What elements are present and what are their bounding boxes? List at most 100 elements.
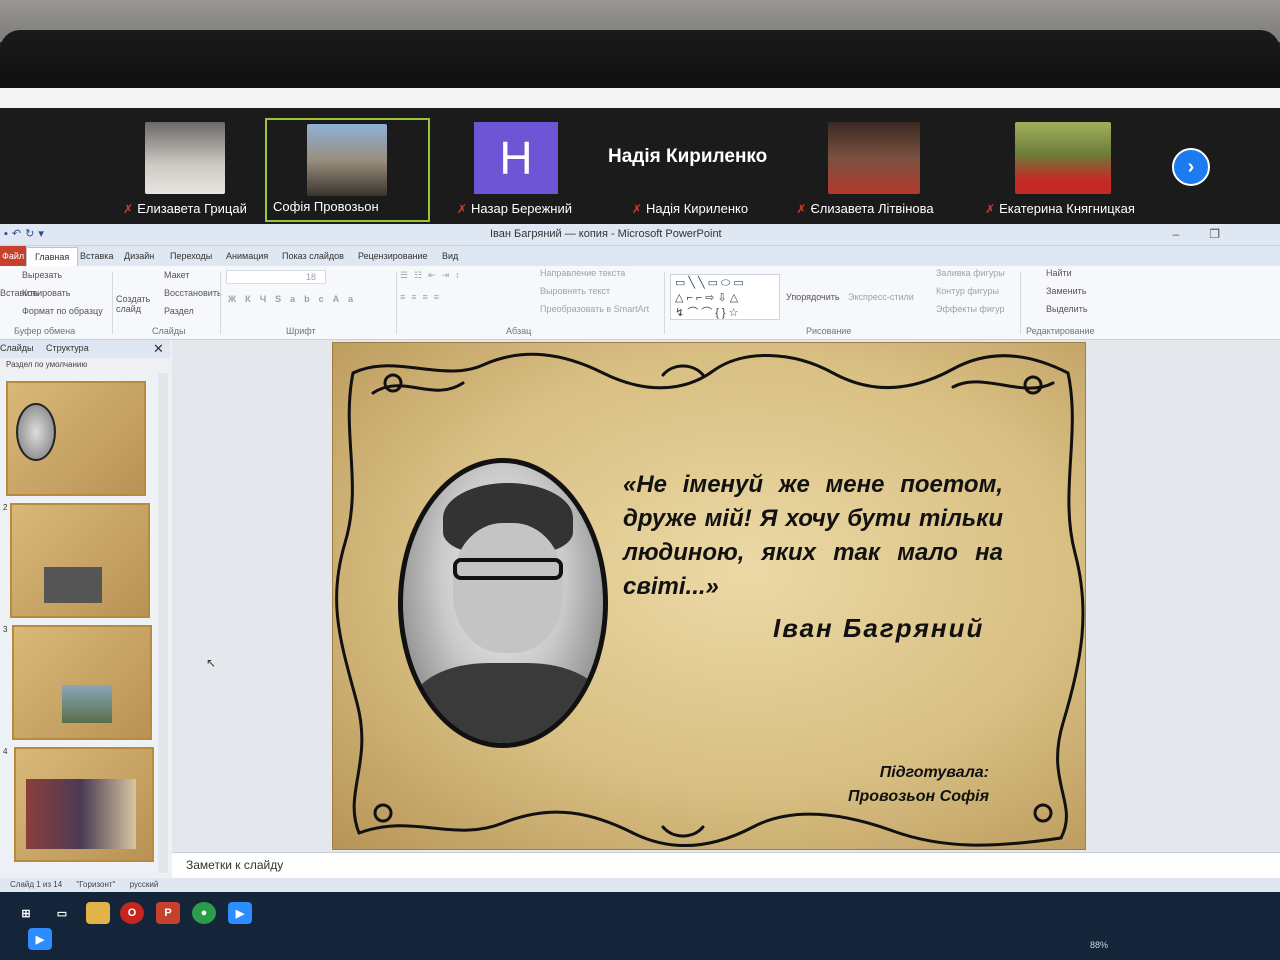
powerpoint-icon[interactable]: P <box>156 902 180 924</box>
ribbon-separator <box>664 272 665 334</box>
window-title: Іван Багряний — копия - Microsoft PowerP… <box>490 228 722 240</box>
copy-button[interactable]: Копировать <box>22 288 70 298</box>
select-button[interactable]: Выделить <box>1046 304 1088 314</box>
slide-thumbnail-3[interactable] <box>12 625 152 740</box>
zoom-level: 88% <box>1090 940 1109 950</box>
mic-muted-icon: ✗ <box>123 202 134 216</box>
notes-area[interactable]: Заметки к слайду <box>172 852 1280 878</box>
tab-slides[interactable]: Слайды <box>0 343 34 353</box>
close-icon[interactable]: ✕ <box>153 341 164 357</box>
font-format-buttons[interactable]: ЖКЧSabcAa <box>228 294 362 304</box>
participant-video <box>1015 122 1111 194</box>
ribbon-separator <box>112 272 113 334</box>
cut-button[interactable]: Вырезать <box>22 270 62 280</box>
align-buttons[interactable]: ≡≡≡≡ <box>400 292 445 302</box>
shapes-gallery[interactable]: ▭╲╲▭⬭▭ △⌐⌐⇨⇩△ ↯⌒⌒{}☆ <box>670 274 780 320</box>
slide-credit: Підготувала: Провозьон Софія <box>848 761 989 809</box>
new-slide-button[interactable]: Создать слайд <box>116 294 150 314</box>
find-button[interactable]: Найти <box>1046 268 1072 278</box>
window-controls[interactable]: –❐ <box>1173 227 1250 241</box>
tab-review[interactable]: Рецензирование <box>358 251 428 261</box>
chevron-right-icon[interactable]: › <box>1172 148 1210 186</box>
thumbnail-portrait <box>16 403 56 461</box>
replace-button[interactable]: Заменить <box>1046 286 1086 296</box>
portrait-face <box>453 523 563 653</box>
tab-animations[interactable]: Анимация <box>226 251 268 261</box>
slide-quote: «Не іменуй же мене поетом, друже мій! Я … <box>623 471 1003 600</box>
slide-thumbnail-4[interactable] <box>14 747 154 862</box>
reset-button[interactable]: Восстановить <box>164 288 222 298</box>
arrange-button[interactable]: Упорядочить <box>786 292 840 302</box>
shape-outline-button[interactable]: Контур фигуры <box>936 286 999 296</box>
participant-tile-3[interactable]: H ✗ Назар Бережний <box>432 118 597 222</box>
status-bar: Слайд 1 из 14 "Горизонт" русский <box>0 878 1280 892</box>
powerpoint-titlebar: ▪↶↻▾ Іван Багряний — копия - Microsoft P… <box>0 224 1280 246</box>
ribbon: Вставить Вырезать Копировать Формат по о… <box>0 266 1280 340</box>
text-direction-button[interactable]: Направление текста <box>540 268 625 278</box>
opera-icon[interactable]: O <box>120 902 144 924</box>
slide-thumbnail-1[interactable] <box>6 381 146 496</box>
mic-muted-icon: ✗ <box>631 202 642 216</box>
ribbon-separator <box>220 272 221 334</box>
ribbon-tabs: Файл Главная Вставка Дизайн Переходы Ани… <box>0 246 1280 266</box>
thumbnail-photo <box>26 779 136 849</box>
thumbnail-photo <box>44 567 102 603</box>
tab-home[interactable]: Главная <box>26 247 79 266</box>
section-button[interactable]: Раздел <box>164 306 194 316</box>
slides-pane-tabs: Слайды Структура ✕ <box>0 340 170 358</box>
language: русский <box>129 880 159 889</box>
participant-big-name: Надія Кириленко <box>608 146 768 167</box>
slide-number: 2 <box>3 503 8 512</box>
avatar: H <box>474 122 558 194</box>
participant-tile-6[interactable]: ✗ Екатерина Княгницкая <box>960 118 1160 222</box>
group-label-font: Шрифт <box>286 326 316 336</box>
screen: ✗ Елизавета Грицай Софія Провозьон H ✗ Наз… <box>0 88 1280 960</box>
author-portrait <box>398 458 608 748</box>
chrome-icon[interactable]: ● <box>192 902 216 924</box>
participant-name: Елизавета Грицай <box>137 201 247 216</box>
theme-name: "Горизонт" <box>76 880 116 889</box>
credit-label: Підготувала: <box>879 764 989 781</box>
tab-slideshow[interactable]: Показ слайдов <box>282 251 344 261</box>
participant-tile-5[interactable]: ✗ Єлизавета Літвінова <box>780 118 950 222</box>
tab-view[interactable]: Вид <box>442 251 458 261</box>
group-label-paragraph: Абзац <box>506 326 532 336</box>
slide-thumbnail-2[interactable] <box>10 503 150 618</box>
format-painter-button[interactable]: Формат по образцу <box>22 306 103 316</box>
participant-tile-1[interactable]: ✗ Елизавета Грицай <box>105 118 265 222</box>
slides-pane-scrollbar[interactable] <box>158 373 168 873</box>
tab-outline[interactable]: Структура <box>46 343 89 353</box>
shape-effects-button[interactable]: Эффекты фигур <box>936 304 1005 314</box>
zoom-participant-strip: ✗ Елизавета Грицай Софія Провозьон H ✗ Наз… <box>0 108 1280 224</box>
tab-file[interactable]: Файл <box>0 246 26 266</box>
slide-number: 4 <box>3 747 8 756</box>
task-view-icon[interactable]: ▭ <box>50 902 74 924</box>
shape-fill-button[interactable]: Заливка фигуры <box>936 268 1005 278</box>
tab-insert[interactable]: Вставка <box>80 251 113 261</box>
file-explorer-icon[interactable] <box>86 902 110 924</box>
ribbon-separator <box>396 272 397 334</box>
layout-button[interactable]: Макет <box>164 270 189 280</box>
font-size-input[interactable]: 18 <box>306 272 316 282</box>
participant-tile-4[interactable]: Надія Кириленко ✗ Надія Кириленко <box>600 118 780 222</box>
list-buttons[interactable]: ☰☷⇤⇥↕ <box>400 270 466 281</box>
slide-count: Слайд 1 из 14 <box>10 880 63 889</box>
group-label-editing: Редактирование <box>1026 326 1095 336</box>
participant-tile-2[interactable]: Софія Провозьон <box>265 118 430 222</box>
slide-editor: «Не іменуй же мене поетом, друже мій! Я … <box>172 340 1280 852</box>
section-label: Раздел по умолчанию <box>6 360 88 369</box>
quick-access-toolbar[interactable]: ▪↶↻▾ <box>4 227 48 240</box>
zoom-app-icon[interactable]: ▶ <box>228 902 252 924</box>
quick-styles-button[interactable]: Экспресс-стили <box>848 292 914 302</box>
current-slide[interactable]: «Не іменуй же мене поетом, друже мій! Я … <box>332 342 1086 850</box>
tab-design[interactable]: Дизайн <box>124 251 154 261</box>
windows-start-icon[interactable]: ⊞ <box>14 902 38 924</box>
tab-transitions[interactable]: Переходы <box>170 251 212 261</box>
glasses-icon <box>453 558 563 580</box>
smartart-button[interactable]: Преобразовать в SmartArt <box>540 304 649 314</box>
mic-muted-icon: ✗ <box>985 202 996 216</box>
mouse-cursor-icon: ↖ <box>206 656 217 670</box>
zoom-top-bar <box>0 88 1280 108</box>
align-text-button[interactable]: Выровнять текст <box>540 286 610 296</box>
zoom-meeting-icon[interactable]: ▶ <box>28 928 52 950</box>
